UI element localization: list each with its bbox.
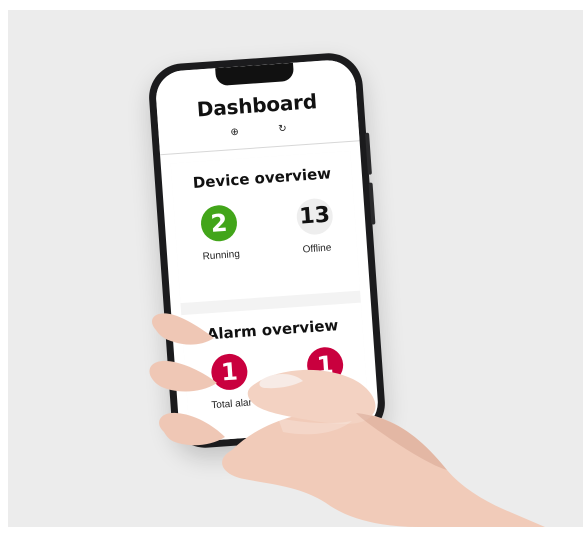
alarm-secondary-count-badge: 1 (305, 346, 345, 385)
running-count-badge: 2 (199, 204, 239, 243)
phone-side-button-lower (368, 182, 376, 225)
smartphone: Dashboard ⊕ ↻ Device overview 2 Running (146, 51, 388, 450)
phone-scene: Dashboard ⊕ ↻ Device overview 2 Running (0, 0, 585, 535)
refresh-icon[interactable]: ↻ (275, 121, 290, 136)
phone-screen: Dashboard ⊕ ↻ Device overview 2 Running (154, 58, 380, 443)
device-overview-card: Device overview 2 Running 13 Offline (170, 150, 361, 304)
running-metric[interactable]: 2 Running (182, 203, 258, 264)
device-overview-title: Device overview (192, 164, 332, 192)
dashboard-content: Device overview 2 Running 13 Offline Ala… (170, 150, 372, 443)
offline-label: Offline (302, 242, 332, 256)
alarm-metric-secondary[interactable]: 1 (288, 345, 363, 395)
add-circle-icon[interactable]: ⊕ (227, 124, 242, 139)
total-alarms-metric[interactable]: 1 Total alar (192, 351, 268, 412)
offline-count-badge: 13 (295, 197, 334, 236)
alarm-overview-card: Alarm overview 1 Total alar 1 (181, 302, 372, 443)
running-label: Running (202, 248, 241, 263)
phone-container: Dashboard ⊕ ↻ Device overview 2 Running (0, 0, 585, 535)
alarm-overview-title: Alarm overview (206, 316, 339, 344)
offline-metric[interactable]: 13 Offline (278, 196, 354, 257)
phone-side-button-upper (365, 132, 372, 175)
total-alarms-count-badge: 1 (210, 352, 249, 392)
total-alarms-label: Total alar (211, 397, 253, 412)
alarm-secondary-label (291, 390, 363, 395)
